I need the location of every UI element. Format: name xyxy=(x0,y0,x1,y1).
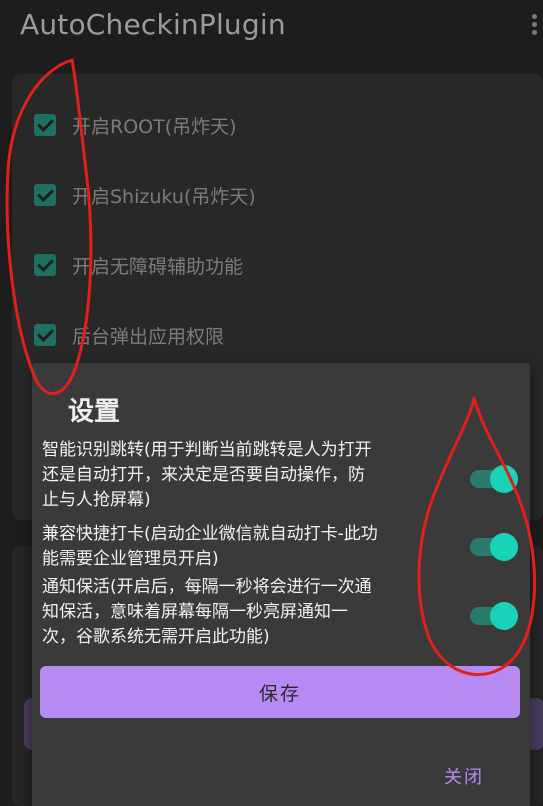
toggle-knob xyxy=(490,465,518,493)
checkbox-checked-icon[interactable] xyxy=(34,184,56,206)
checkbox-checked-icon[interactable] xyxy=(34,114,56,136)
quick-checkin-toggle[interactable] xyxy=(470,533,518,561)
option-background-popup[interactable]: 后台弹出应用权限 xyxy=(34,320,224,350)
setting-text-line: 能需要企业管理员开启) xyxy=(42,549,219,569)
setting-text-line: 次，谷歌系统无需开启此功能) xyxy=(42,627,270,647)
save-button[interactable]: 保存 xyxy=(40,666,520,718)
setting-quick-checkin-text: 兼容快捷打卡(启动企业微信就自动打卡-此功 能需要企业管理员开启) xyxy=(42,522,440,572)
smart-jump-toggle[interactable] xyxy=(470,465,518,493)
option-shizuku[interactable]: 开启Shizuku(吊炸天) xyxy=(34,180,256,210)
option-label: 开启ROOT(吊炸天) xyxy=(72,115,237,138)
option-root[interactable]: 开启ROOT(吊炸天) xyxy=(34,110,237,140)
toggle-knob xyxy=(490,533,518,561)
overflow-menu-icon[interactable] xyxy=(529,14,539,40)
setting-text-line: 止与人抢屏幕) xyxy=(42,490,151,510)
toggle-knob xyxy=(490,602,518,630)
option-accessibility[interactable]: 开启无障碍辅助功能 xyxy=(34,250,243,280)
checkbox-checked-icon[interactable] xyxy=(34,324,56,346)
checkbox-checked-icon[interactable] xyxy=(34,254,56,276)
app-title: AutoCheckinPlugin xyxy=(20,8,286,41)
option-label: 开启无障碍辅助功能 xyxy=(72,255,244,278)
settings-dialog: 设置 智能识别跳转(用于判断当前跳转是人为打开 还是自动打开，来决定是否要自动操… xyxy=(32,363,530,806)
close-button[interactable]: 关闭 xyxy=(444,763,484,789)
notification-keepalive-toggle[interactable] xyxy=(470,602,518,630)
setting-text-line: 通知保活(开启后，每隔一秒将会进行一次通 xyxy=(42,577,372,597)
setting-smart-jump-text: 智能识别跳转(用于判断当前跳转是人为打开 还是自动打开，来决定是否要自动操作，防… xyxy=(42,438,440,513)
setting-text-line: 智能识别跳转(用于判断当前跳转是人为打开 xyxy=(42,440,372,460)
option-label: 开启Shizuku(吊炸天) xyxy=(72,185,256,208)
app-screen: AutoCheckinPlugin 开启ROOT(吊炸天) 开启Shizuku(… xyxy=(0,0,543,806)
setting-text-line: 知保活，意味着屏幕每隔一秒亮屏通知一 xyxy=(42,602,348,622)
setting-text-line: 兼容快捷打卡(启动企业微信就自动打卡-此功 xyxy=(42,524,378,544)
setting-notification-keepalive-text: 通知保活(开启后，每隔一秒将会进行一次通 知保活，意味着屏幕每隔一秒亮屏通知一 … xyxy=(42,575,440,650)
setting-text-line: 还是自动打开，来决定是否要自动操作，防 xyxy=(42,465,365,485)
option-label: 后台弹出应用权限 xyxy=(72,325,225,348)
dialog-title: 设置 xyxy=(68,397,121,427)
